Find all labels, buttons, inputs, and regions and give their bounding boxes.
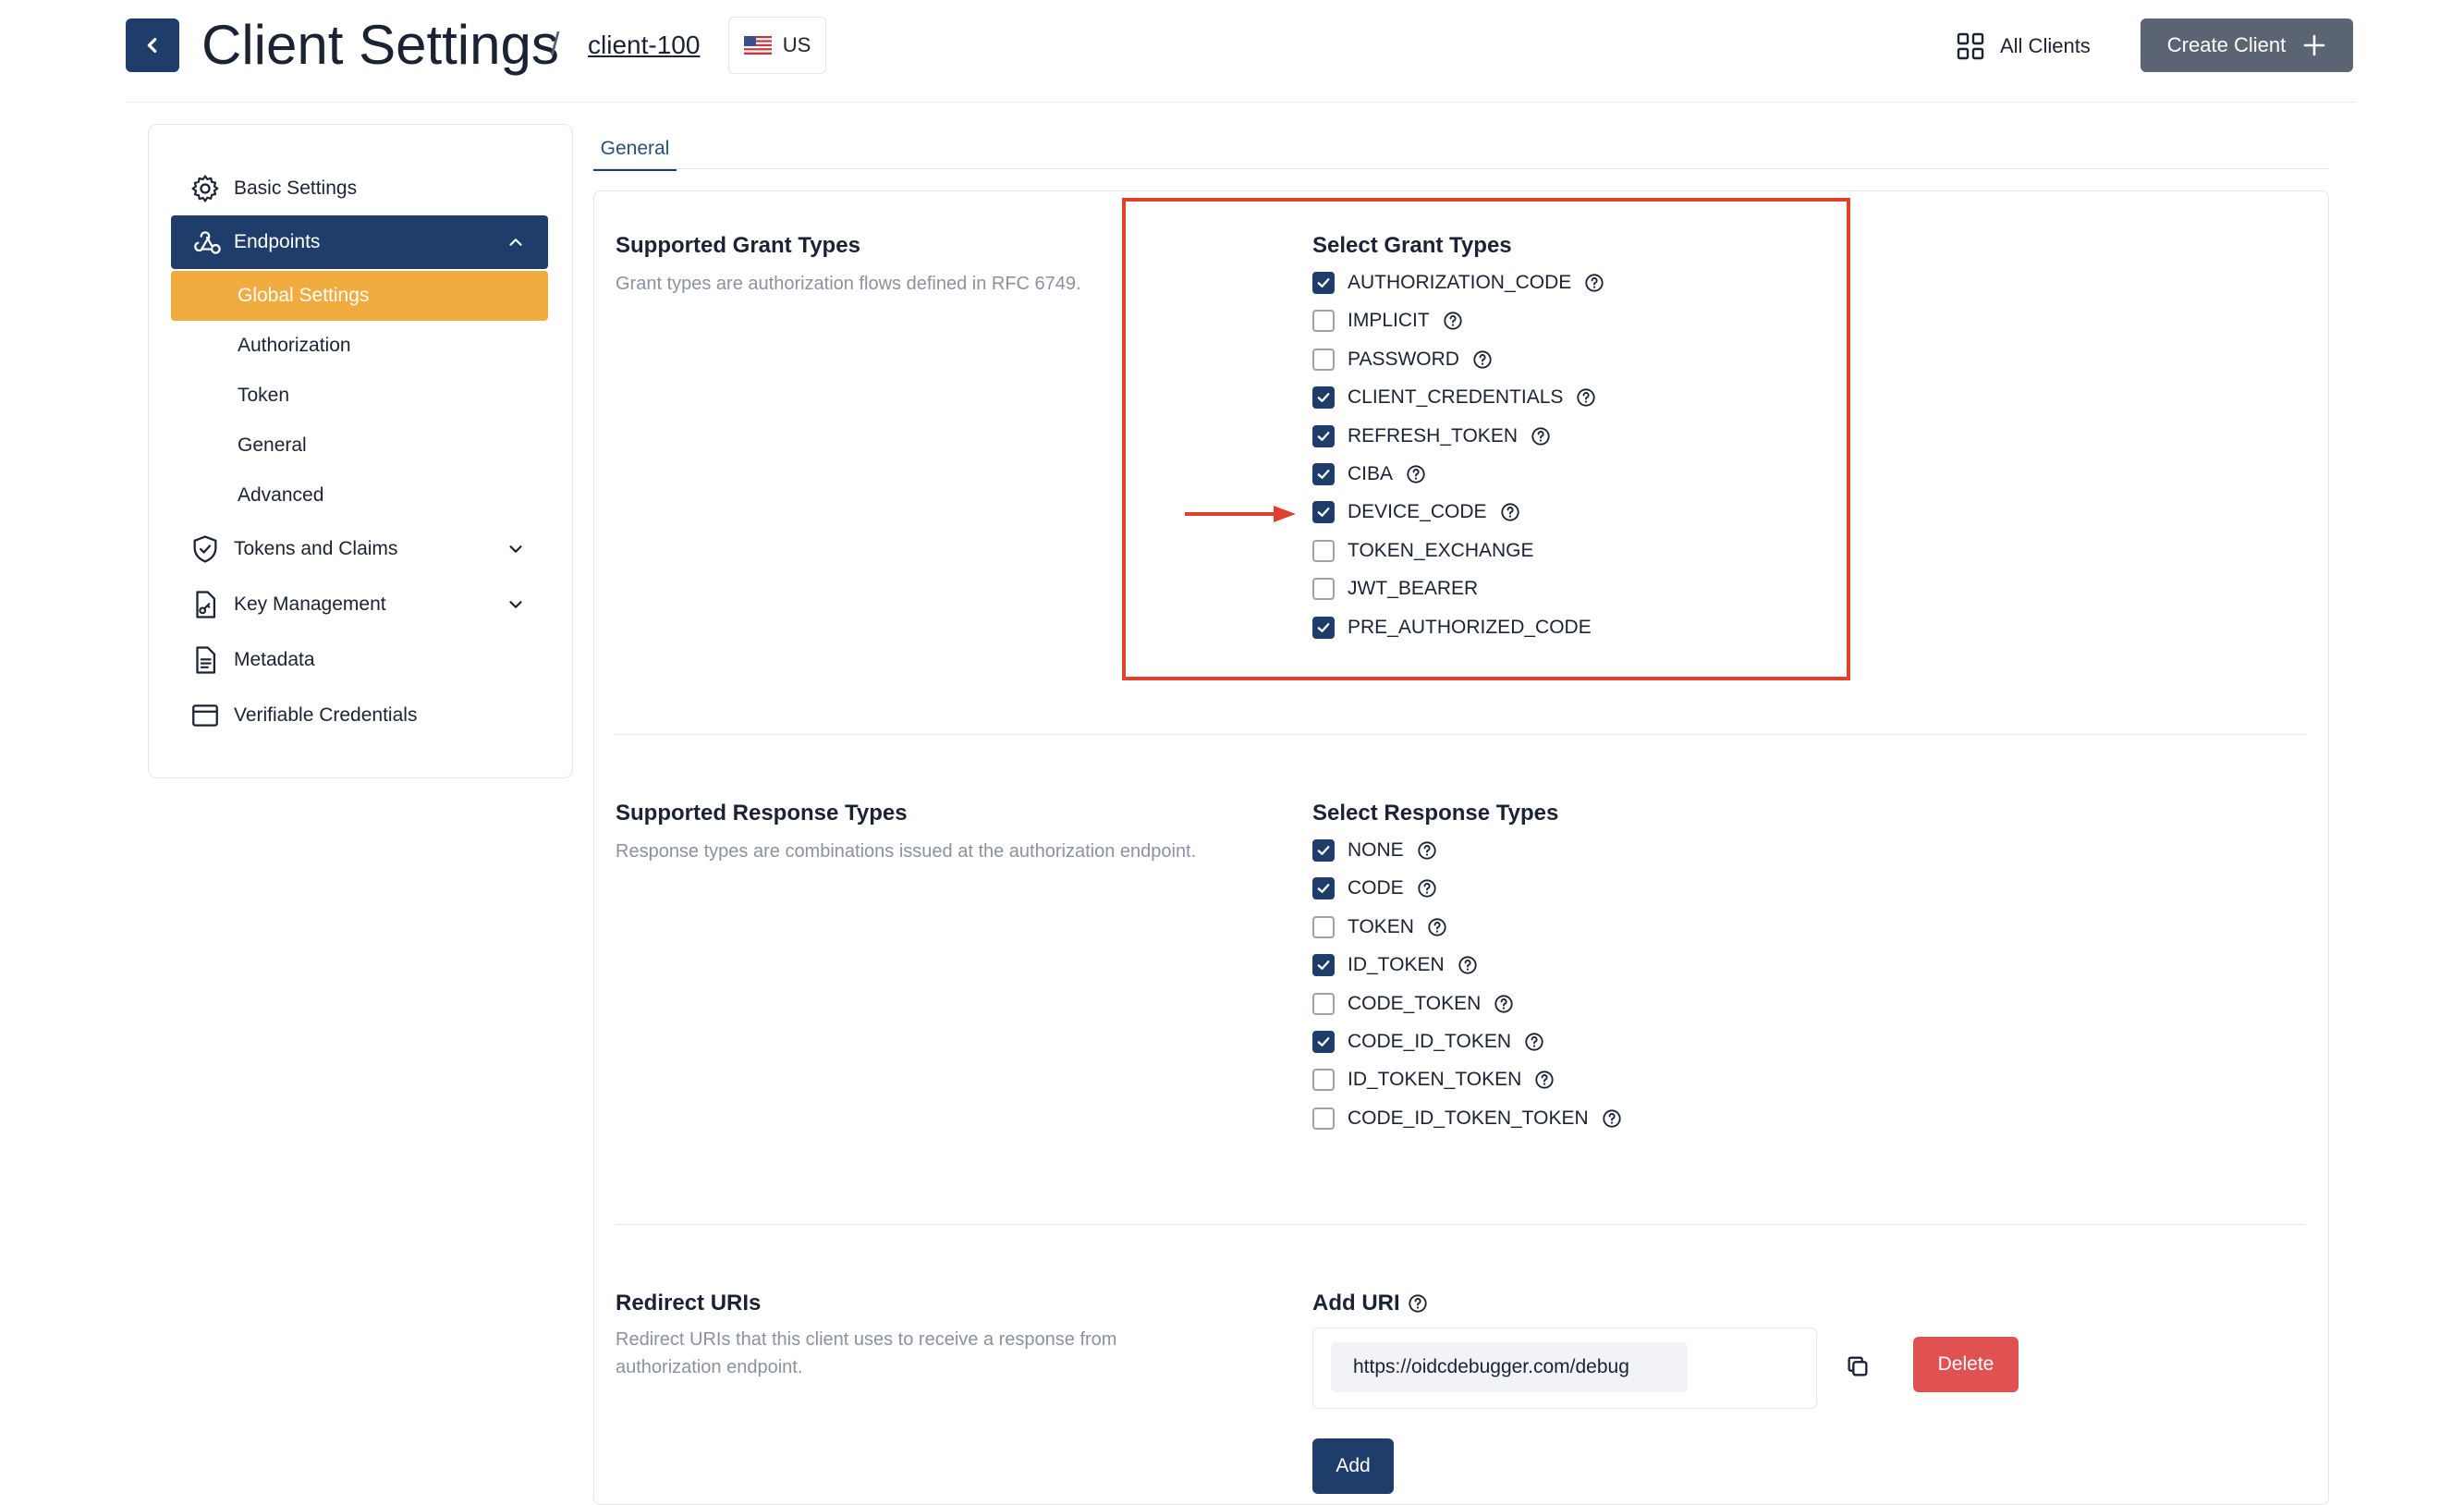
help-circle-icon[interactable] bbox=[1534, 1070, 1555, 1090]
sidebar-item-label: Endpoints bbox=[234, 231, 321, 252]
annotation-arrow-icon bbox=[1185, 506, 1296, 522]
sidebar-item-label: Verifiable Credentials bbox=[234, 704, 418, 726]
chevron-down-icon bbox=[509, 601, 522, 608]
chevron-up-icon bbox=[509, 239, 522, 246]
checkbox-option[interactable]: TOKEN bbox=[1312, 911, 1447, 944]
option-label: CODE_ID_TOKEN_TOKEN bbox=[1348, 1107, 1589, 1129]
add-uri-button[interactable]: Add bbox=[1312, 1438, 1394, 1494]
credential-card-icon bbox=[192, 704, 218, 727]
checkbox-checked[interactable] bbox=[1312, 877, 1335, 900]
key-file-icon bbox=[196, 591, 216, 618]
sidebar-item-label: Key Management bbox=[234, 593, 386, 615]
checkbox-checked[interactable] bbox=[1312, 839, 1335, 862]
checkbox-option[interactable]: CODE_ID_TOKEN_TOKEN bbox=[1312, 1102, 1622, 1135]
help-circle-icon[interactable] bbox=[1494, 994, 1514, 1014]
section-divider bbox=[616, 734, 2305, 735]
response-types-description: Response types are combinations issued a… bbox=[616, 841, 1197, 862]
help-circle-icon[interactable] bbox=[1417, 840, 1437, 861]
annotation-highlight-box bbox=[1122, 198, 1850, 680]
gear-icon bbox=[191, 175, 219, 202]
sidebar-subitem-global-settings[interactable]: Global Settings bbox=[171, 271, 548, 321]
sidebar-item-verifiable-credentials[interactable]: Verifiable Credentials bbox=[171, 689, 548, 742]
tab-divider bbox=[593, 168, 2329, 169]
help-circle-icon[interactable] bbox=[1427, 917, 1447, 937]
grant-types-title: Supported Grant Types bbox=[616, 233, 860, 258]
back-button[interactable] bbox=[126, 18, 179, 72]
add-uri-title: Add URI bbox=[1312, 1291, 1428, 1316]
header-divider bbox=[126, 102, 2355, 103]
sidebar-subitem-general[interactable]: General bbox=[171, 421, 548, 471]
checkbox-unchecked[interactable] bbox=[1312, 1107, 1335, 1130]
select-response-types-title: Select Response Types bbox=[1312, 801, 1559, 826]
document-icon bbox=[196, 646, 216, 674]
section-divider bbox=[616, 1224, 2305, 1225]
option-label: CODE_TOKEN bbox=[1348, 992, 1482, 1014]
sidebar-item-key-management[interactable]: Key Management bbox=[171, 578, 548, 631]
client-id-link[interactable]: client-100 bbox=[588, 27, 700, 64]
plus-icon bbox=[2303, 34, 2325, 56]
help-circle-icon[interactable] bbox=[1417, 878, 1437, 899]
copy-icon[interactable] bbox=[1845, 1353, 1871, 1379]
create-client-button[interactable]: Create Client bbox=[2141, 18, 2353, 72]
option-label: TOKEN bbox=[1348, 915, 1414, 937]
shield-check-icon bbox=[193, 535, 217, 563]
sidebar-subitem-authorization[interactable]: Authorization bbox=[171, 321, 548, 371]
create-client-label: Create Client bbox=[2166, 33, 2287, 56]
checkbox-option[interactable]: CODE_TOKEN bbox=[1312, 987, 1514, 1021]
checkbox-option[interactable]: NONE bbox=[1312, 834, 1437, 867]
sidebar-subitem-token[interactable]: Token bbox=[171, 371, 548, 421]
option-label: NONE bbox=[1348, 839, 1404, 861]
checkbox-option[interactable]: CODE_ID_TOKEN bbox=[1312, 1025, 1544, 1058]
checkbox-checked[interactable] bbox=[1312, 1031, 1335, 1053]
grant-types-description: Grant types are authorization flows defi… bbox=[616, 274, 1081, 294]
checkmark-icon bbox=[1317, 846, 1330, 855]
response-types-title: Supported Response Types bbox=[616, 801, 908, 826]
option-label: ID_TOKEN bbox=[1348, 954, 1445, 976]
add-uri-label: Add URI bbox=[1312, 1291, 1400, 1315]
option-label: CODE_ID_TOKEN bbox=[1348, 1031, 1511, 1052]
checkbox-option[interactable]: CODE bbox=[1312, 872, 1437, 905]
checkmark-icon bbox=[1317, 884, 1330, 894]
sidebar-item-tokens-and-claims[interactable]: Tokens and Claims bbox=[171, 522, 548, 576]
page-title: Client Settings bbox=[201, 14, 559, 76]
help-circle-icon[interactable] bbox=[1408, 1293, 1428, 1314]
chevron-left-icon bbox=[147, 37, 157, 54]
checkbox-unchecked[interactable] bbox=[1312, 1069, 1335, 1092]
region-label: US bbox=[782, 33, 811, 56]
redirect-uris-title: Redirect URIs bbox=[616, 1291, 762, 1315]
sidebar-item-metadata[interactable]: Metadata bbox=[171, 633, 548, 687]
checkmark-icon bbox=[1317, 961, 1330, 971]
chevron-down-icon bbox=[509, 545, 522, 553]
checkbox-option[interactable]: ID_TOKEN bbox=[1312, 948, 1478, 982]
webhook-icon bbox=[194, 231, 221, 254]
redirect-uris-description: Redirect URIs that this client uses to r… bbox=[616, 1329, 1117, 1377]
checkbox-unchecked[interactable] bbox=[1312, 915, 1335, 938]
sidebar-item-label: Metadata bbox=[234, 649, 315, 670]
delete-uri-button[interactable]: Delete bbox=[1913, 1337, 2019, 1392]
sidebar-item-basic-settings[interactable]: Basic Settings bbox=[171, 162, 548, 215]
option-label: ID_TOKEN_TOKEN bbox=[1348, 1069, 1522, 1091]
sidebar-subitem-advanced[interactable]: Advanced bbox=[171, 471, 548, 520]
sidebar-item-label: Basic Settings bbox=[234, 177, 358, 199]
all-clients-label: All Clients bbox=[2000, 34, 2091, 57]
checkbox-checked[interactable] bbox=[1312, 954, 1335, 977]
sidebar-item-label: Tokens and Claims bbox=[234, 538, 398, 559]
help-circle-icon[interactable] bbox=[1458, 955, 1478, 975]
grid-icon bbox=[1957, 32, 1984, 60]
help-circle-icon[interactable] bbox=[1602, 1108, 1622, 1129]
checkbox-option[interactable]: ID_TOKEN_TOKEN bbox=[1312, 1063, 1555, 1096]
region-badge[interactable]: US bbox=[728, 17, 826, 74]
breadcrumb-separator: / bbox=[551, 27, 560, 62]
sidebar: Basic Settings Endpoints Global Settings… bbox=[148, 124, 573, 778]
help-circle-icon[interactable] bbox=[1524, 1032, 1544, 1052]
tab-general[interactable]: General bbox=[593, 129, 677, 171]
all-clients-link[interactable]: All Clients bbox=[1956, 28, 2091, 65]
sidebar-item-endpoints[interactable]: Endpoints bbox=[171, 215, 548, 269]
us-flag-icon bbox=[743, 36, 772, 55]
checkbox-unchecked[interactable] bbox=[1312, 992, 1335, 1015]
redirect-uri-input[interactable] bbox=[1331, 1342, 1688, 1392]
checkmark-icon bbox=[1317, 1037, 1330, 1046]
option-label: CODE bbox=[1348, 877, 1404, 899]
